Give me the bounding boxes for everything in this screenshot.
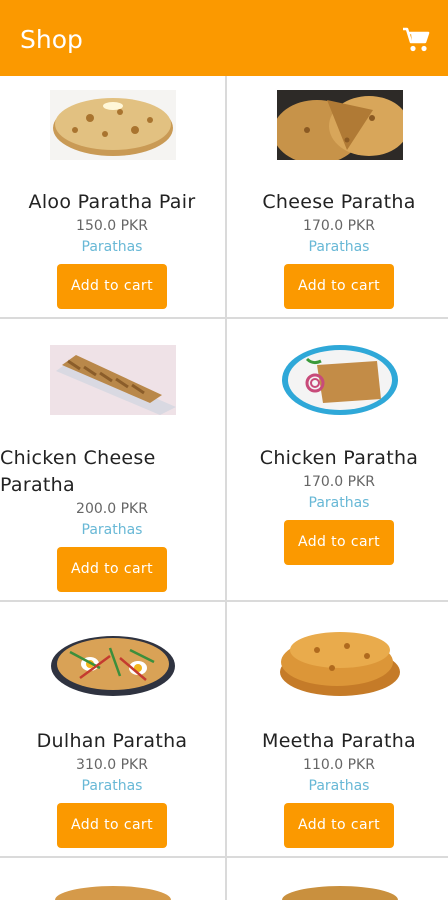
product-name: Dulhan Paratha xyxy=(36,730,188,752)
product-category: Parathas xyxy=(81,239,143,255)
product-image xyxy=(50,628,176,698)
product-price: 170.0 PKR xyxy=(303,474,375,490)
product-category: Parathas xyxy=(81,522,143,538)
product-price: 110.0 PKR xyxy=(303,757,375,773)
product-grid: Aloo Paratha Pair 150.0 PKR Parathas Add… xyxy=(0,76,448,900)
product-card[interactable]: Dulhan Paratha 310.0 PKR Parathas Add to… xyxy=(0,602,224,882)
product-name: Chicken Paratha xyxy=(259,447,419,469)
add-to-cart-button[interactable]: Add to cart xyxy=(284,264,394,309)
product-name: Aloo Paratha Pair xyxy=(28,191,196,213)
product-image xyxy=(277,345,403,415)
product-name: Meetha Paratha xyxy=(262,730,416,752)
product-image xyxy=(277,882,403,900)
product-category: Parathas xyxy=(308,495,370,511)
product-card[interactable]: Cheese Paratha 170.0 PKR Parathas Add to… xyxy=(227,76,448,356)
product-image xyxy=(277,90,403,160)
product-card[interactable]: Chicken Paratha 170.0 PKR Parathas Add t… xyxy=(227,319,448,599)
product-image xyxy=(50,90,176,160)
add-to-cart-button[interactable]: Add to cart xyxy=(57,803,167,848)
product-category: Parathas xyxy=(308,778,370,794)
product-image xyxy=(50,345,176,415)
product-category: Parathas xyxy=(81,778,143,794)
product-price: 200.0 PKR xyxy=(76,501,148,517)
product-image xyxy=(277,628,403,698)
product-image xyxy=(50,882,176,900)
add-to-cart-button[interactable]: Add to cart xyxy=(57,547,167,592)
product-name: Cheese Paratha xyxy=(262,191,416,213)
page-title: Shop xyxy=(20,25,83,54)
add-to-cart-button[interactable]: Add to cart xyxy=(57,264,167,309)
product-card[interactable]: Meetha Paratha 110.0 PKR Parathas Add to… xyxy=(227,602,448,882)
product-card[interactable]: Aloo Paratha Pair 150.0 PKR Parathas Add… xyxy=(0,76,224,356)
product-card[interactable]: Chicken Cheese Paratha 200.0 PKR Paratha… xyxy=(0,319,224,599)
add-to-cart-button[interactable]: Add to cart xyxy=(284,803,394,848)
product-price: 170.0 PKR xyxy=(303,218,375,234)
product-price: 310.0 PKR xyxy=(76,757,148,773)
app-bar: Shop xyxy=(0,0,448,76)
add-to-cart-button[interactable]: Add to cart xyxy=(284,520,394,565)
shopping-cart-icon[interactable] xyxy=(402,27,430,53)
product-category: Parathas xyxy=(308,239,370,255)
product-price: 150.0 PKR xyxy=(76,218,148,234)
product-name: Chicken Cheese Paratha xyxy=(0,447,156,496)
